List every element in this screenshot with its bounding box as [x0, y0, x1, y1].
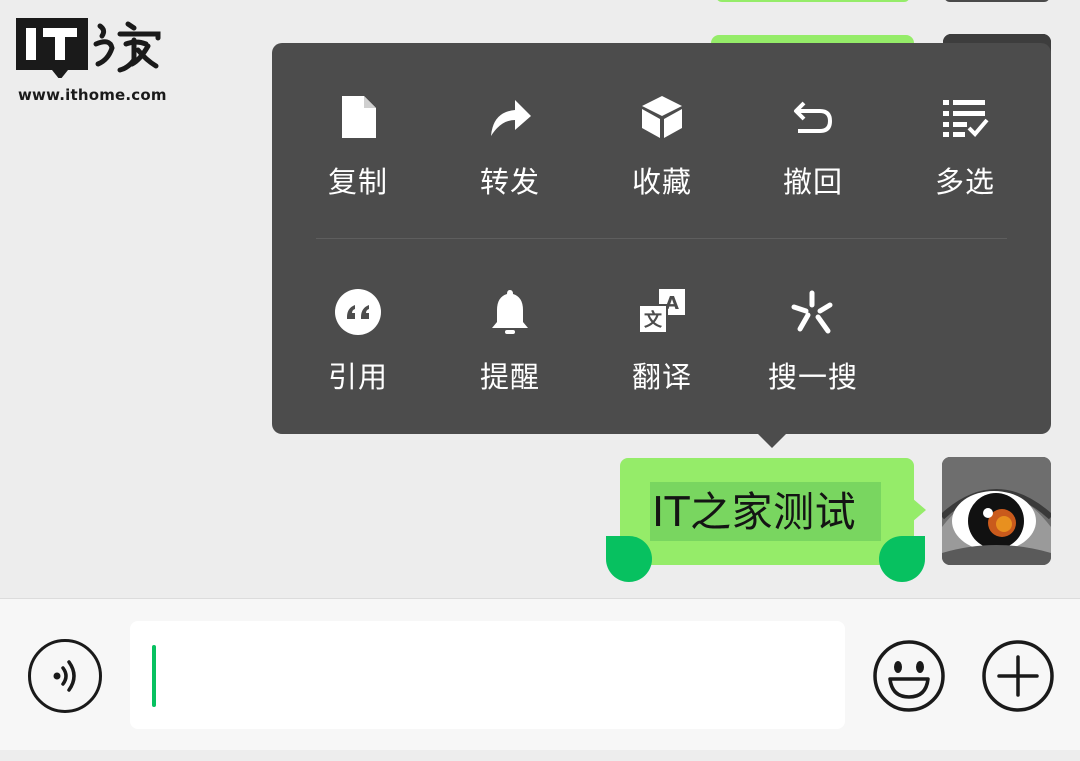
menu-label: 撤回: [782, 165, 843, 199]
remind-bell-icon: [484, 286, 536, 338]
message-context-menu: 复制 转发 收藏 撤回 多选 引用 提醒 A 文 翻译 搜一搜: [272, 43, 1051, 434]
more-functions-button[interactable]: [981, 639, 1055, 713]
user-avatar[interactable]: [942, 457, 1051, 565]
menu-label: 提醒: [479, 360, 540, 394]
watermark-url: www.ithome.com: [18, 86, 167, 104]
copy-document-icon: [332, 91, 384, 143]
plus-icon: [982, 640, 1054, 712]
menu-item-translate[interactable]: A 文 翻译: [586, 286, 738, 426]
emoji-icon: [873, 640, 945, 712]
menu-label: 搜一搜: [767, 360, 858, 394]
svg-text:文: 文: [644, 309, 663, 331]
forward-arrow-icon: [484, 91, 536, 143]
bottom-edge: [0, 750, 1080, 761]
menu-pointer-arrow: [757, 433, 787, 448]
message-input[interactable]: [130, 621, 845, 729]
voice-icon: [53, 660, 76, 692]
emoji-button[interactable]: [872, 639, 946, 713]
favorite-cube-icon: [636, 91, 688, 143]
menu-label: 转发: [479, 165, 540, 199]
translate-icon: A 文: [636, 286, 688, 338]
menu-item-recall[interactable]: 撤回: [737, 91, 889, 231]
search-spark-icon: [787, 286, 839, 338]
menu-item-copy[interactable]: 复制: [282, 91, 434, 231]
text-caret: [152, 645, 156, 707]
selection-handle-end[interactable]: [879, 536, 925, 582]
ithome-logo: [16, 18, 161, 78]
menu-item-search[interactable]: 搜一搜: [737, 286, 889, 426]
voice-button[interactable]: [28, 639, 102, 713]
menu-item-favorite[interactable]: 收藏: [586, 91, 738, 231]
message-text[interactable]: IT之家测试: [652, 484, 892, 540]
recall-undo-icon: [787, 91, 839, 143]
ithome-watermark: www.ithome.com: [16, 14, 167, 106]
menu-item-quote[interactable]: 引用: [282, 286, 434, 426]
menu-label: 引用: [327, 360, 388, 394]
message-bubble-tail: [912, 498, 926, 522]
menu-item-forward[interactable]: 转发: [434, 91, 586, 231]
menu-label: 收藏: [631, 165, 692, 199]
selection-handle-start[interactable]: [606, 536, 652, 582]
menu-item-remind[interactable]: 提醒: [434, 286, 586, 426]
menu-label: 多选: [934, 165, 995, 199]
menu-item-multiselect[interactable]: 多选: [889, 91, 1041, 231]
previous-avatar[interactable]: [944, 0, 1050, 2]
menu-divider: [316, 238, 1007, 239]
eye-avatar-image: [942, 457, 1051, 565]
quote-icon: [332, 286, 384, 338]
menu-label: 翻译: [631, 360, 692, 394]
menu-label: 复制: [327, 165, 388, 199]
previous-message-bubble[interactable]: [716, 0, 910, 2]
multi-select-list-icon: [939, 91, 991, 143]
